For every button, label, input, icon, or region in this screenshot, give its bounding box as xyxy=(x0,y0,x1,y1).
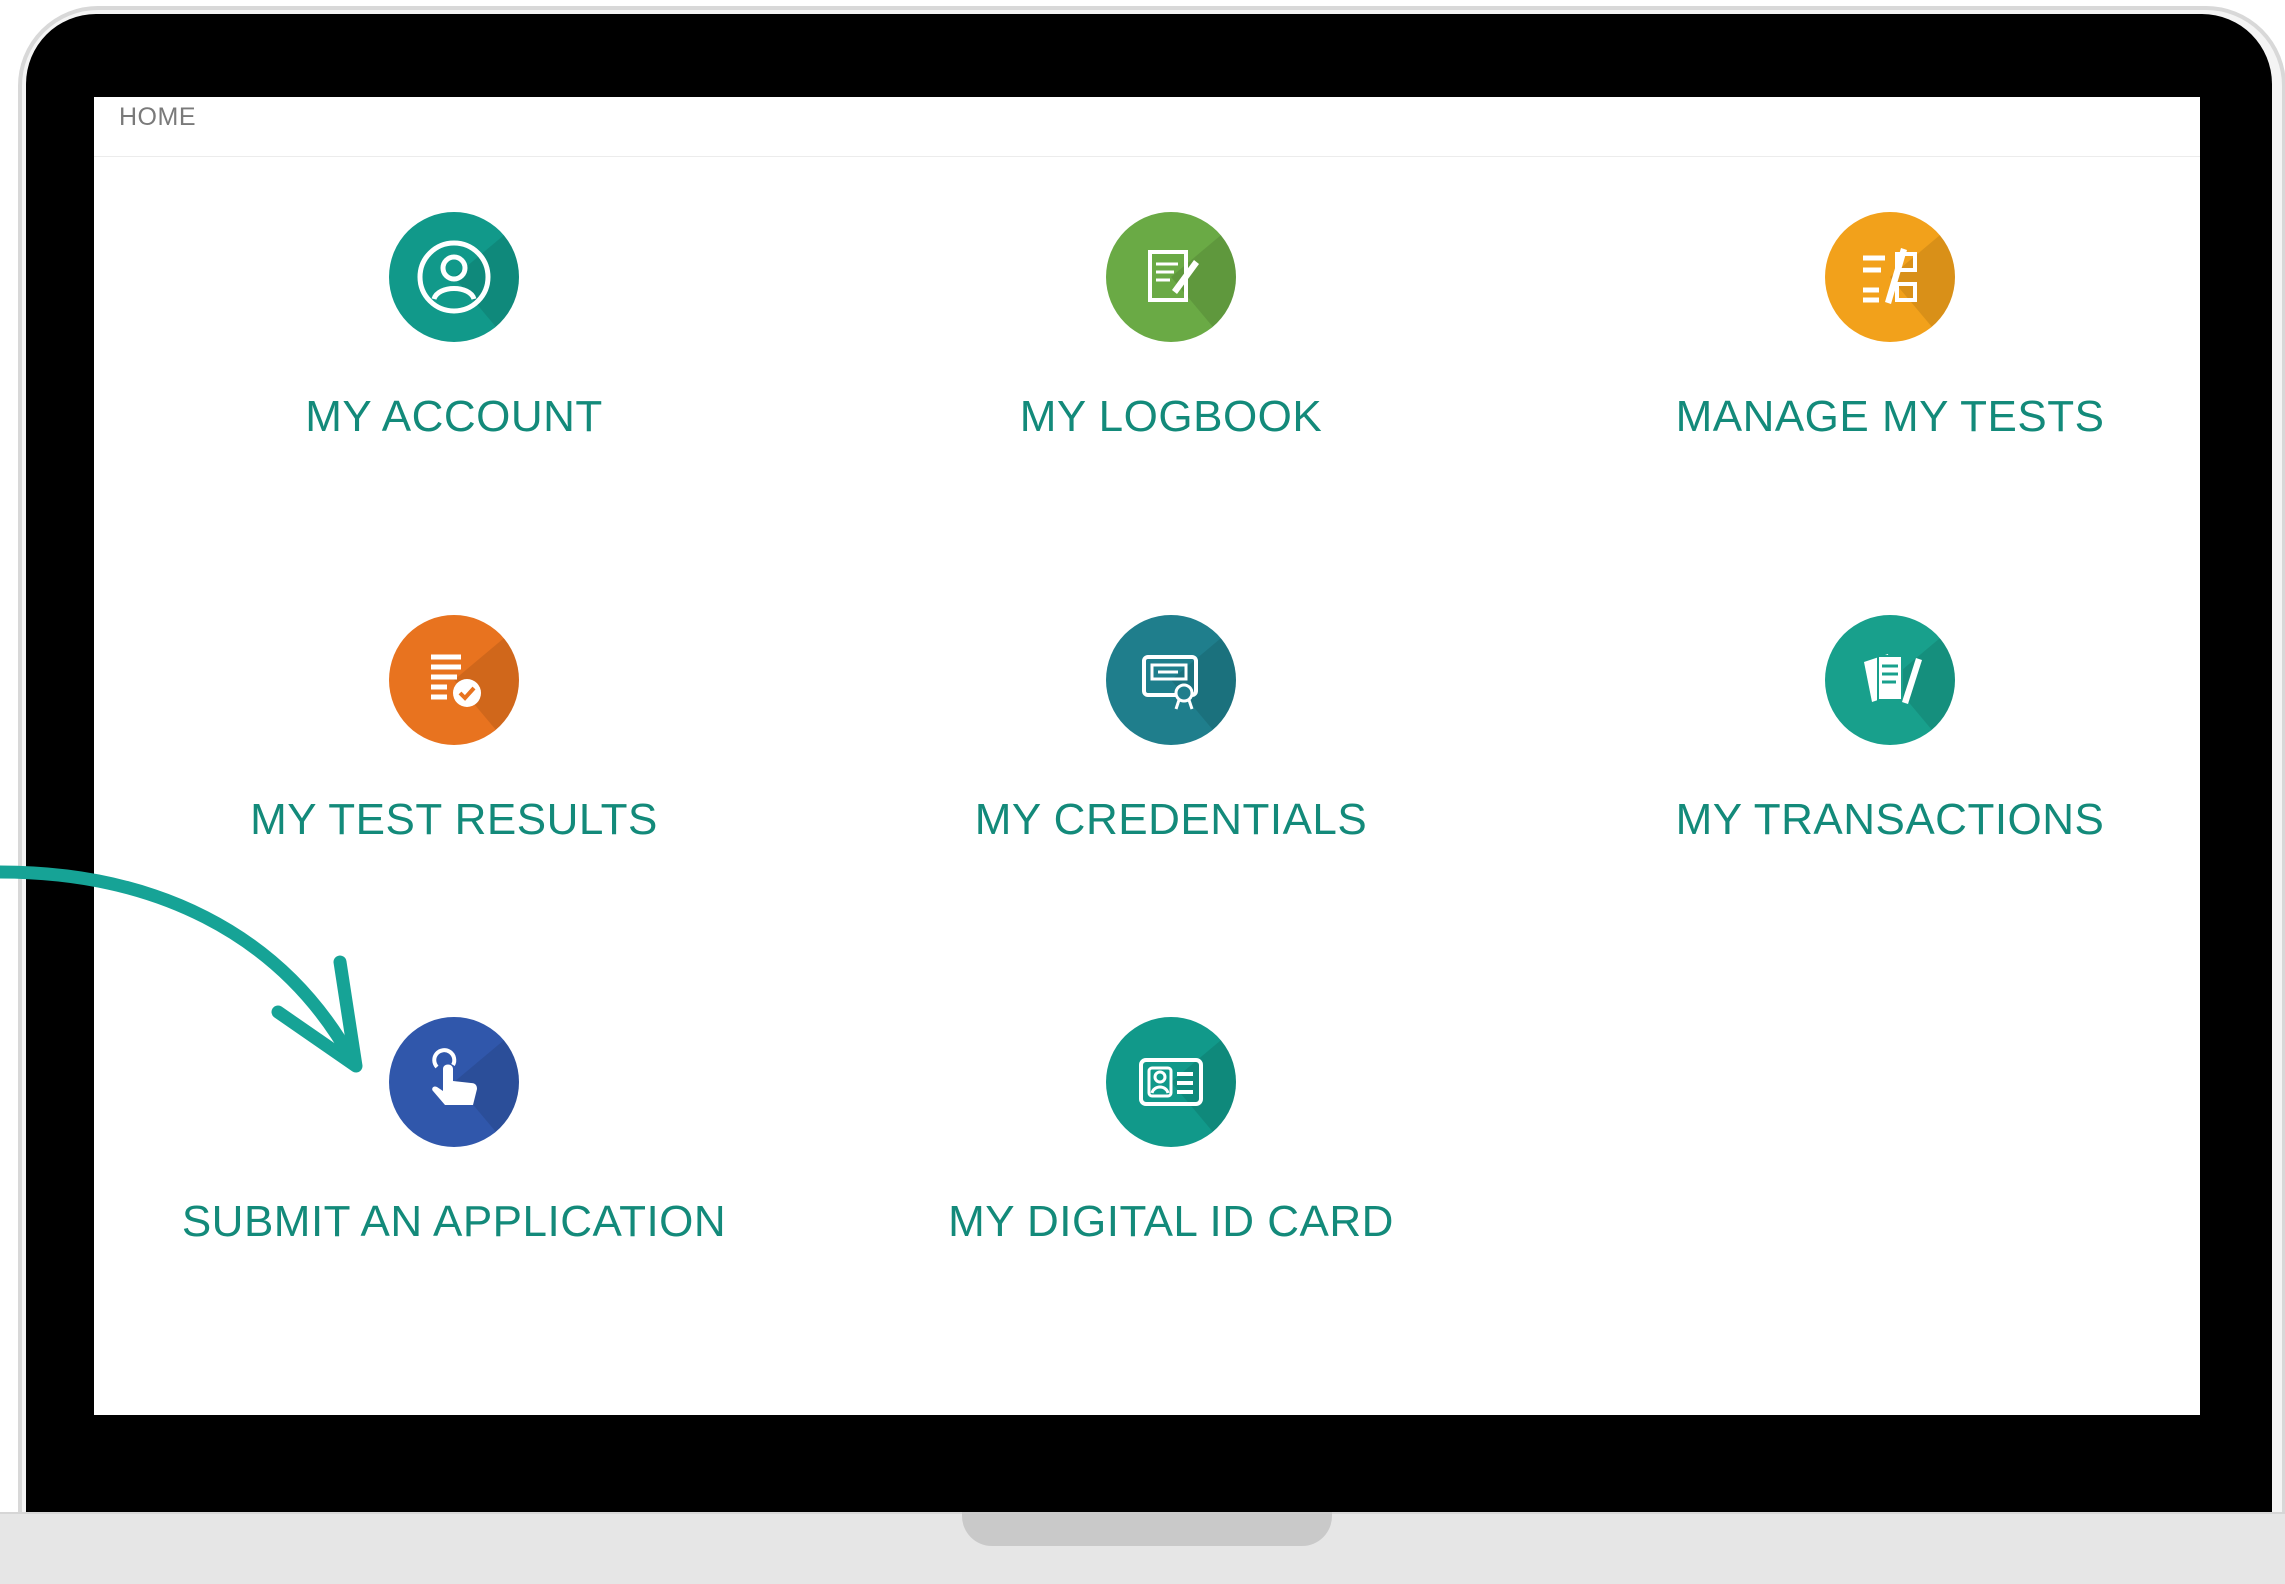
my-test-results-label[interactable]: MY TEST RESULTS xyxy=(94,795,814,845)
submit-an-application-tile[interactable]: SUBMIT AN APPLICATION xyxy=(94,1017,814,1247)
my-test-results-tile[interactable]: MY TEST RESULTS xyxy=(94,615,814,845)
my-account-label[interactable]: MY ACCOUNT xyxy=(94,392,814,442)
checklist-icon[interactable] xyxy=(1825,212,1955,342)
app-screen: HOME MY ACCOUNT MY LOGBOOK MANAGE MY TES… xyxy=(94,97,2200,1415)
my-transactions-tile[interactable]: MY TRANSACTIONS xyxy=(1530,615,2200,845)
my-digital-id-card-label[interactable]: MY DIGITAL ID CARD xyxy=(811,1197,1531,1247)
results-icon[interactable] xyxy=(389,615,519,745)
manage-my-tests-tile[interactable]: MANAGE MY TESTS xyxy=(1530,212,2200,442)
my-transactions-label[interactable]: MY TRANSACTIONS xyxy=(1530,795,2200,845)
my-account-tile[interactable]: MY ACCOUNT xyxy=(94,212,814,442)
my-logbook-label[interactable]: MY LOGBOOK xyxy=(811,392,1531,442)
breadcrumb-bar: HOME xyxy=(94,97,2200,157)
manage-my-tests-label[interactable]: MANAGE MY TESTS xyxy=(1530,392,2200,442)
submit-an-application-label[interactable]: SUBMIT AN APPLICATION xyxy=(94,1197,814,1247)
notepad-icon[interactable] xyxy=(1106,212,1236,342)
my-credentials-label[interactable]: MY CREDENTIALS xyxy=(811,795,1531,845)
id-card-icon[interactable] xyxy=(1106,1017,1236,1147)
my-credentials-tile[interactable]: MY CREDENTIALS xyxy=(811,615,1531,845)
my-logbook-tile[interactable]: MY LOGBOOK xyxy=(811,212,1531,442)
documents-icon[interactable] xyxy=(1825,615,1955,745)
laptop-notch xyxy=(962,1512,1332,1546)
my-digital-id-card-tile[interactable]: MY DIGITAL ID CARD xyxy=(811,1017,1531,1247)
breadcrumb[interactable]: HOME xyxy=(119,103,196,132)
user-icon[interactable] xyxy=(389,212,519,342)
hand-pointer-icon[interactable] xyxy=(389,1017,519,1147)
certificate-icon[interactable] xyxy=(1106,615,1236,745)
